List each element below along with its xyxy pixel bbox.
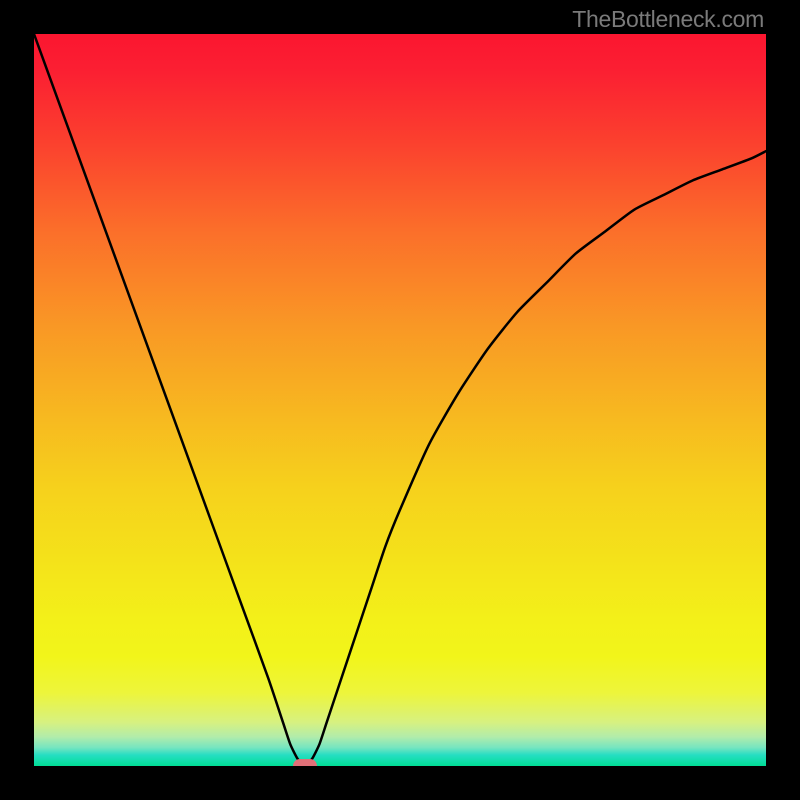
minimum-marker	[293, 759, 317, 766]
chart-curve	[34, 34, 766, 766]
chart-frame: TheBottleneck.com	[0, 0, 800, 800]
plot-area	[34, 34, 766, 766]
watermark-text: TheBottleneck.com	[572, 6, 764, 33]
